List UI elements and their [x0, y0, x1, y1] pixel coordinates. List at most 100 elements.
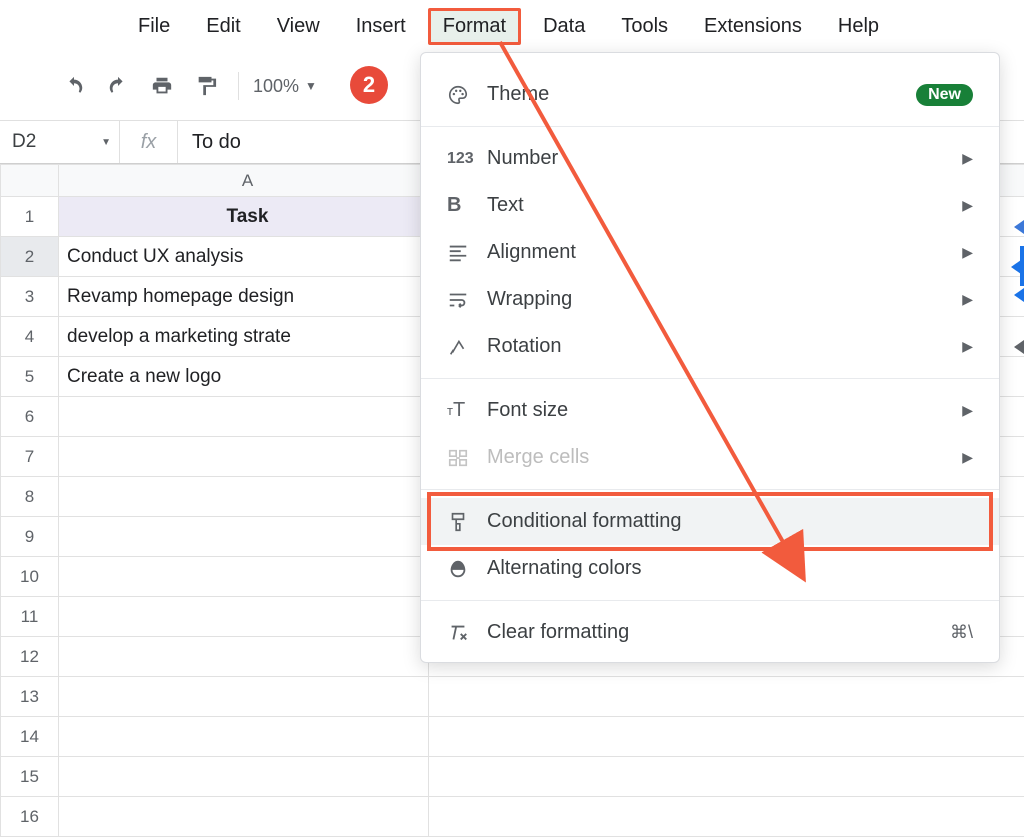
print-icon	[151, 75, 173, 97]
cell[interactable]	[59, 517, 429, 557]
menu-item-label: Wrapping	[487, 288, 962, 311]
menu-item-theme[interactable]: Theme New	[421, 71, 999, 118]
column-header-a[interactable]: A	[59, 165, 429, 197]
cell[interactable]	[429, 677, 1024, 717]
menu-item-label: Number	[487, 147, 962, 170]
row-header[interactable]: 2	[1, 237, 59, 277]
menu-item-label: Alignment	[487, 241, 962, 264]
menu-file[interactable]: File	[124, 9, 184, 44]
cell[interactable]	[59, 797, 429, 837]
edge-marker	[1010, 286, 1024, 326]
wrapping-icon	[447, 289, 487, 311]
redo-button[interactable]	[102, 70, 134, 102]
row-header[interactable]: 11	[1, 597, 59, 637]
menu-item-font-size[interactable]: тT Font size ▶	[421, 387, 999, 434]
row-header[interactable]: 6	[1, 397, 59, 437]
cell[interactable]	[429, 757, 1024, 797]
cell[interactable]	[59, 637, 429, 677]
menu-format[interactable]: Format	[428, 8, 521, 45]
chevron-right-icon: ▶	[962, 197, 973, 214]
bold-icon: B	[447, 194, 487, 217]
menu-item-alignment[interactable]: Alignment ▶	[421, 229, 999, 276]
row-header[interactable]: 8	[1, 477, 59, 517]
row-header[interactable]: 9	[1, 517, 59, 557]
menu-item-label: Rotation	[487, 335, 962, 358]
cell[interactable]	[429, 717, 1024, 757]
menu-help[interactable]: Help	[824, 9, 893, 44]
chevron-right-icon: ▶	[962, 402, 973, 419]
chevron-right-icon: ▶	[962, 338, 973, 355]
menu-item-label: Merge cells	[487, 446, 962, 469]
merge-cells-icon	[447, 447, 487, 469]
cell[interactable]	[59, 397, 429, 437]
menu-item-merge-cells: Merge cells ▶	[421, 434, 999, 481]
menu-item-wrapping[interactable]: Wrapping ▶	[421, 276, 999, 323]
cell[interactable]	[59, 477, 429, 517]
row-header[interactable]: 1	[1, 197, 59, 237]
new-badge: New	[916, 84, 973, 106]
menu-item-label: Clear formatting	[487, 621, 942, 644]
zoom-select[interactable]: 100% ▼	[253, 76, 317, 97]
menu-separator	[421, 126, 999, 127]
chevron-down-icon: ▼	[101, 137, 111, 148]
cell[interactable]	[59, 677, 429, 717]
print-button[interactable]	[146, 70, 178, 102]
row-header[interactable]: 14	[1, 717, 59, 757]
menu-item-rotation[interactable]: Rotation ▶	[421, 323, 999, 370]
paint-format-icon	[195, 75, 217, 97]
cell[interactable]: Task	[59, 197, 429, 237]
menu-extensions[interactable]: Extensions	[690, 9, 816, 44]
menu-data[interactable]: Data	[529, 9, 599, 44]
cell[interactable]: develop a marketing strate	[59, 317, 429, 357]
cell[interactable]	[59, 717, 429, 757]
cell[interactable]	[59, 557, 429, 597]
font-size-icon: тT	[447, 399, 487, 422]
menu-item-text[interactable]: B Text ▶	[421, 182, 999, 229]
edge-markers	[1010, 206, 1024, 366]
menu-item-number[interactable]: 123 Number ▶	[421, 135, 999, 182]
chevron-right-icon: ▶	[962, 244, 973, 261]
row-header[interactable]: 15	[1, 757, 59, 797]
menu-item-alternating-colors[interactable]: Alternating colors	[421, 545, 999, 592]
grid-corner[interactable]	[1, 165, 59, 197]
row-header[interactable]: 3	[1, 277, 59, 317]
cell[interactable]	[429, 797, 1024, 837]
cell[interactable]: Create a new logo	[59, 357, 429, 397]
menu-item-clear-formatting[interactable]: Clear formatting ⌘\	[421, 609, 999, 656]
alternating-colors-icon	[447, 558, 487, 580]
cell[interactable]: Conduct UX analysis	[59, 237, 429, 277]
edge-marker-selected	[1010, 246, 1024, 286]
conditional-formatting-icon	[447, 511, 487, 533]
undo-icon	[63, 75, 85, 97]
redo-icon	[107, 75, 129, 97]
menu-item-shortcut: ⌘\	[950, 622, 973, 643]
clear-formatting-icon	[447, 622, 487, 644]
row-header[interactable]: 13	[1, 677, 59, 717]
cell[interactable]	[59, 437, 429, 477]
menu-tools[interactable]: Tools	[607, 9, 682, 44]
menu-item-label: Font size	[487, 399, 962, 422]
menu-view[interactable]: View	[263, 9, 334, 44]
menubar: File Edit View Insert Format Data Tools …	[0, 0, 1024, 52]
row-header[interactable]: 5	[1, 357, 59, 397]
cell[interactable]	[59, 597, 429, 637]
menu-insert[interactable]: Insert	[342, 9, 420, 44]
menu-separator	[421, 378, 999, 379]
row-header[interactable]: 10	[1, 557, 59, 597]
row-header[interactable]: 16	[1, 797, 59, 837]
chevron-down-icon: ▼	[305, 79, 317, 93]
cell[interactable]	[59, 757, 429, 797]
edge-marker	[1010, 326, 1024, 366]
undo-button[interactable]	[58, 70, 90, 102]
menu-item-label: Theme	[487, 83, 908, 106]
row-header[interactable]: 12	[1, 637, 59, 677]
row-header[interactable]: 4	[1, 317, 59, 357]
menu-edit[interactable]: Edit	[192, 9, 254, 44]
rotation-icon	[447, 336, 487, 358]
menu-item-conditional-formatting[interactable]: Conditional formatting	[421, 498, 999, 545]
name-box[interactable]: D2 ▼	[0, 121, 120, 163]
cell[interactable]: Revamp homepage design	[59, 277, 429, 317]
paint-format-button[interactable]	[190, 70, 222, 102]
edge-marker	[1010, 206, 1024, 246]
row-header[interactable]: 7	[1, 437, 59, 477]
